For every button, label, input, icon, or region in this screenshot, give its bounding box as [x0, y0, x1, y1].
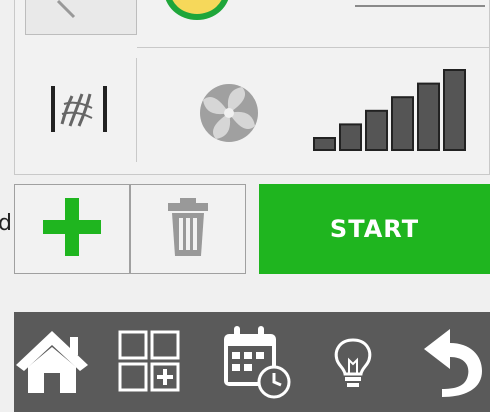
back-button[interactable]	[416, 322, 490, 406]
signal-bar	[365, 109, 388, 151]
tips-button[interactable]	[318, 322, 388, 406]
signal-bar	[391, 96, 414, 151]
add-button[interactable]	[14, 184, 130, 274]
home-button[interactable]	[12, 322, 92, 406]
delete-button[interactable]	[130, 184, 246, 274]
filter-icon[interactable]	[46, 84, 116, 134]
signal-bar	[443, 69, 466, 151]
grid-add-icon	[117, 329, 183, 399]
lightbulb-icon	[330, 334, 376, 394]
schedule-button[interactable]	[212, 322, 302, 406]
start-button-label: START	[329, 215, 420, 243]
trash-icon	[164, 196, 212, 262]
panel-column-divider	[136, 58, 137, 162]
plus-icon	[39, 194, 105, 264]
back-arrow-icon	[420, 327, 486, 401]
fan-icon[interactable]	[194, 82, 264, 144]
top-left-cell[interactable]	[25, 0, 137, 35]
calendar-clock-icon	[214, 324, 300, 404]
panel-divider	[137, 47, 490, 48]
grid-add-button[interactable]	[110, 322, 190, 406]
signal-strength-icon[interactable]	[312, 68, 467, 154]
home-icon	[14, 327, 90, 401]
signal-bar	[417, 82, 440, 152]
signal-bar	[339, 123, 362, 152]
start-button[interactable]: START	[259, 184, 490, 274]
signal-bar	[313, 137, 336, 151]
top-indicator-lines	[355, 5, 485, 7]
